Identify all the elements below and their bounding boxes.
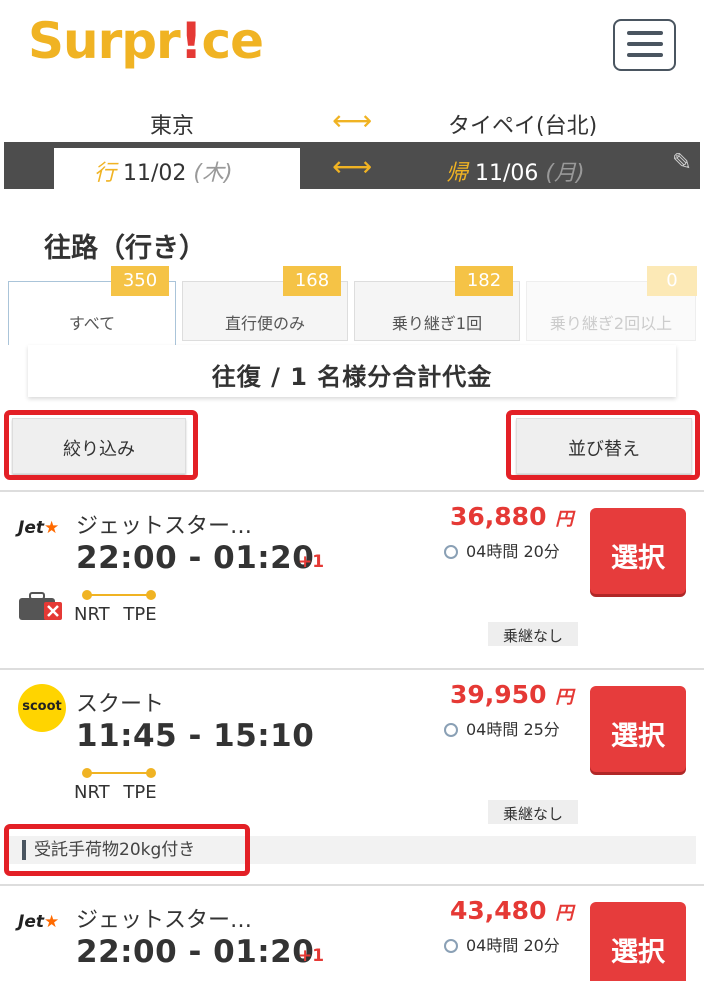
- edit-pencil-icon[interactable]: ✎: [672, 148, 692, 176]
- airline-name: ジェットスター…: [76, 908, 253, 933]
- flight-card[interactable]: Jet★ ジェットスター… 22:00 - 01:20 +1 43,480 円 …: [0, 884, 704, 981]
- nonstop-badge: 乗継なし: [488, 800, 578, 824]
- flight-duration: 04時間 20分: [444, 932, 560, 956]
- destination-city: タイペイ(台北): [448, 114, 598, 139]
- flight-card[interactable]: scoot スクート 11:45 - 15:10 39,950 円 04時間 2…: [0, 668, 704, 884]
- origin-city: 東京: [150, 114, 195, 139]
- outbound-date[interactable]: 行 11/02 (木): [54, 148, 300, 189]
- tab-direct[interactable]: 168 直行便のみ: [182, 266, 348, 341]
- filter-highlight: [4, 410, 198, 480]
- price: 43,480 円: [450, 896, 574, 925]
- next-day-indicator: +1: [298, 552, 325, 572]
- route-line: [82, 590, 156, 600]
- menu-icon: [627, 31, 663, 35]
- tab-one-stop[interactable]: 182 乗り継ぎ1回: [354, 266, 520, 341]
- clock-icon: [444, 545, 458, 559]
- clock-icon: [444, 939, 458, 953]
- jetstar-logo: Jet★: [18, 912, 60, 932]
- sort-highlight: [506, 410, 700, 480]
- count-badge: 0: [647, 266, 697, 296]
- airline-name: ジェットスター…: [76, 514, 253, 539]
- clock-icon: [444, 723, 458, 737]
- flight-card[interactable]: Jet★ ジェットスター… 22:00 - 01:20 +1 36,880 円 …: [0, 490, 704, 670]
- total-price-header: 往復 / 1 名様分合計代金: [28, 345, 676, 397]
- swap-arrow-icon: ⟷: [332, 104, 373, 137]
- tab-all[interactable]: 350 すべて: [8, 266, 176, 345]
- baggage-highlight: [4, 824, 250, 876]
- jetstar-logo: Jet★: [18, 518, 60, 538]
- count-badge: 182: [455, 266, 513, 296]
- flight-times: 11:45 - 15:10: [76, 718, 315, 754]
- count-badge: 168: [283, 266, 341, 296]
- stop-filter-tabs: 350 すべて 168 直行便のみ 182 乗り継ぎ1回 0 乗り継ぎ2回以上: [8, 265, 697, 345]
- hamburger-menu-button[interactable]: [613, 19, 676, 71]
- route-line: [82, 768, 156, 778]
- airport-codes: NRT TPE: [74, 604, 157, 625]
- section-title: 往路（行き）: [44, 233, 206, 264]
- date-bar[interactable]: 行 11/02 (木) ⟷ 帰 11/06 (月) ✎: [4, 142, 700, 189]
- next-day-indicator: +1: [298, 946, 325, 966]
- count-badge: 350: [111, 266, 169, 296]
- surprice-logo[interactable]: Surpr!ce: [28, 12, 264, 70]
- airline-name: スクート: [76, 692, 165, 717]
- scoot-logo: scoot: [18, 684, 66, 732]
- price: 36,880 円: [450, 502, 574, 531]
- return-date[interactable]: 帰 11/06 (月): [446, 148, 585, 187]
- flight-duration: 04時間 20分: [444, 538, 560, 562]
- flight-times: 22:00 - 01:20: [76, 540, 315, 576]
- flight-times: 22:00 - 01:20: [76, 934, 315, 970]
- flight-duration: 04時間 25分: [444, 716, 560, 740]
- app-header: Surpr!ce: [0, 0, 704, 95]
- nonstop-badge: 乗継なし: [488, 622, 578, 646]
- no-baggage-icon: [19, 592, 62, 620]
- tab-two-plus-stops[interactable]: 0 乗り継ぎ2回以上: [526, 266, 697, 341]
- select-button[interactable]: 選択: [590, 902, 686, 981]
- roundtrip-arrow-icon: ⟷: [332, 150, 373, 183]
- airport-codes: NRT TPE: [74, 782, 157, 803]
- route-row: 東京 ⟷ タイペイ(台北): [0, 100, 704, 142]
- select-button[interactable]: 選択: [590, 686, 686, 772]
- price: 39,950 円: [450, 680, 574, 709]
- select-button[interactable]: 選択: [590, 508, 686, 594]
